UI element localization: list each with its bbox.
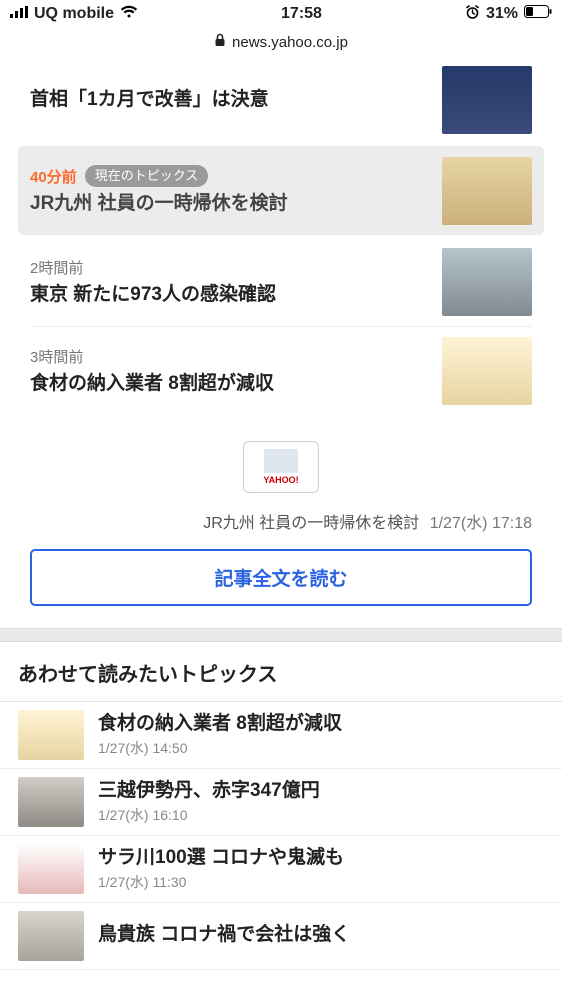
topic-item[interactable]: 3時間前 食材の納入業者 8割超が減収 [30,326,532,415]
source-logo-text: YAHOO! [263,475,298,485]
read-full-article-button[interactable]: 記事全文を読む [30,549,532,606]
status-bar: UQ mobile 17:58 31% [0,0,562,28]
url-domain: news.yahoo.co.jp [232,34,348,51]
topic-item-current[interactable]: 40分前 現在のトピックス JR九州 社員の一時帰休を検討 [18,146,544,235]
topic-time: 3時間前 [30,346,83,367]
section-divider [0,628,562,642]
topic-thumbnail [442,157,532,225]
topic-item[interactable]: 2時間前 東京 新たに973人の感染確認 [30,237,532,326]
related-thumbnail [18,844,84,894]
related-list: 食材の納入業者 8割超が減収 1/27(水) 14:50 三越伊勢丹、赤字347… [0,701,562,970]
topic-title: 首相「1カ月で改善」は決意 [30,87,430,113]
battery-percent: 31% [486,5,518,23]
topic-thumbnail [442,248,532,316]
wifi-icon [120,5,138,23]
topic-time: 2時間前 [30,257,83,278]
related-item[interactable]: 鳥貴族 コロナ禍で会社は強く [0,903,562,970]
related-title: 食材の納入業者 8割超が減収 [98,712,544,736]
related-thumbnail [18,777,84,827]
topics-list: 首相「1カ月で改善」は決意 40分前 現在のトピックス JR九州 社員の一時帰休… [0,56,562,425]
caption-timestamp: 1/27(水) 17:18 [430,515,532,532]
article-caption: JR九州 社員の一時帰休を検討 1/27(水) 17:18 [0,503,562,549]
related-time: 1/27(水) 14:50 [98,738,544,758]
related-title: 三越伊勢丹、赤字347億円 [98,779,544,803]
related-thumbnail [18,911,84,961]
current-topic-badge: 現在のトピックス [85,165,209,187]
related-thumbnail [18,710,84,760]
clock: 17:58 [281,5,322,23]
related-item[interactable]: 三越伊勢丹、赤字347億円 1/27(水) 16:10 [0,769,562,836]
topic-thumbnail [442,66,532,134]
related-time: 1/27(水) 16:10 [98,805,544,825]
related-item[interactable]: サラ川100選 コロナや鬼滅も 1/27(水) 11:30 [0,836,562,903]
alarm-icon [465,5,480,24]
topic-title: JR九州 社員の一時帰休を検討 [30,191,430,217]
lock-icon [214,33,226,51]
topic-time: 40分前 [30,166,77,187]
signal-bars-icon [10,5,28,23]
carrier-label: UQ mobile [34,5,114,23]
source-logo-image [264,449,298,473]
topic-title: 食材の納入業者 8割超が減収 [30,371,430,397]
related-heading: あわせて読みたいトピックス [0,642,562,701]
source-logo-card[interactable]: YAHOO! [243,441,319,493]
related-title: 鳥貴族 コロナ禍で会社は強く [98,923,544,947]
topic-title: 東京 新たに973人の感染確認 [30,282,430,308]
topic-item[interactable]: 首相「1カ月で改善」は決意 [30,56,532,144]
url-bar[interactable]: news.yahoo.co.jp [0,28,562,56]
topic-thumbnail [442,337,532,405]
battery-icon [524,5,552,23]
related-time: 1/27(水) 11:30 [98,872,544,892]
related-title: サラ川100選 コロナや鬼滅も [98,846,544,870]
caption-title: JR九州 社員の一時帰休を検討 [203,515,419,532]
related-item[interactable]: 食材の納入業者 8割超が減収 1/27(水) 14:50 [0,702,562,769]
